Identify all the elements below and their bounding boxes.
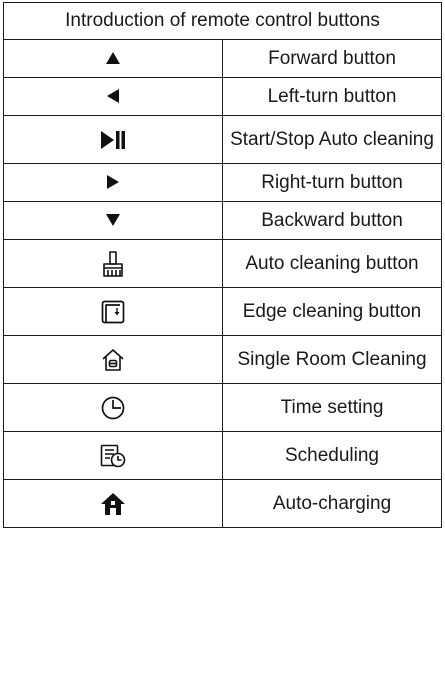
left-triangle-icon	[106, 88, 120, 104]
table-row: Start/Stop Auto cleaning	[3, 115, 442, 164]
row-label-time-setting: Time setting	[222, 383, 442, 432]
row-label-forward: Forward button	[222, 39, 442, 78]
table-row: Edge cleaning button	[3, 287, 442, 336]
table-row: Scheduling	[3, 431, 442, 480]
table-row: Backward button	[3, 201, 442, 240]
table-row: Auto cleaning button	[3, 239, 442, 288]
schedule-icon	[100, 444, 126, 468]
table-row: Single Room Cleaning	[3, 335, 442, 384]
remote-buttons-table: Introduction of remote control buttons F…	[3, 2, 442, 528]
row-label-right-turn: Right-turn button	[222, 163, 442, 202]
row-label-scheduling: Scheduling	[222, 431, 442, 480]
row-label-start-stop: Start/Stop Auto cleaning	[222, 115, 442, 164]
table-header-row: Introduction of remote control buttons	[3, 2, 442, 40]
table-row: Time setting	[3, 383, 442, 432]
row-label-auto-charging: Auto-charging	[222, 479, 442, 528]
right-triangle-icon	[106, 174, 120, 190]
down-triangle-icon	[105, 213, 121, 227]
table-row: Left-turn button	[3, 77, 442, 116]
row-label-edge-cleaning: Edge cleaning button	[222, 287, 442, 336]
table-row: Auto-charging	[3, 479, 442, 528]
table-title: Introduction of remote control buttons	[3, 2, 442, 40]
edge-corner-icon	[101, 300, 125, 324]
row-label-left-turn: Left-turn button	[222, 77, 442, 116]
row-label-backward: Backward button	[222, 201, 442, 240]
up-triangle-icon	[105, 51, 121, 65]
home-icon	[100, 492, 126, 516]
brush-icon	[102, 250, 124, 277]
play-pause-icon	[100, 130, 126, 150]
room-icon	[101, 348, 125, 372]
row-label-auto-cleaning: Auto cleaning button	[222, 239, 442, 288]
row-label-single-room: Single Room Cleaning	[222, 335, 442, 384]
table-row: Right-turn button	[3, 163, 442, 202]
clock-icon	[101, 396, 125, 420]
table-row: Forward button	[3, 39, 442, 78]
